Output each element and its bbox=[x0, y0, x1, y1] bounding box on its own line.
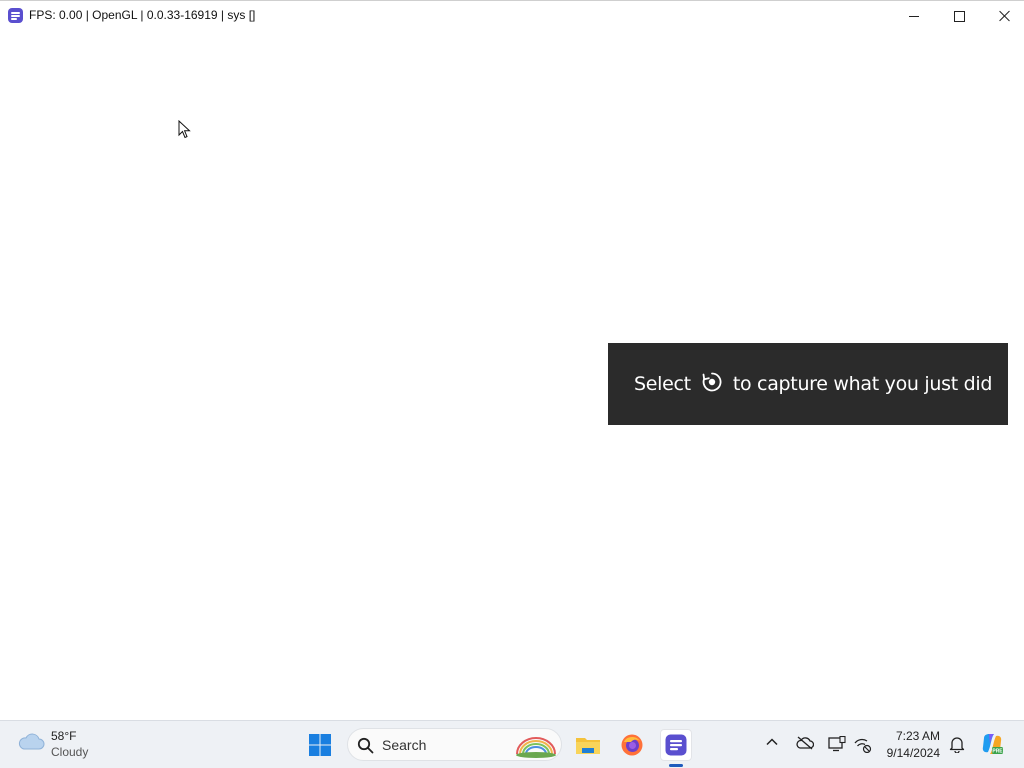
start-button[interactable] bbox=[308, 733, 332, 757]
mouse-cursor-icon bbox=[178, 120, 191, 139]
onedrive-offline-icon[interactable] bbox=[796, 736, 814, 750]
chevron-up-icon[interactable] bbox=[765, 735, 779, 749]
toast-suffix: to capture what you just did bbox=[732, 373, 993, 395]
app-icon bbox=[665, 734, 687, 756]
taskbar: 58°F Cloudy Search 7:23 AM 9/14/2024 PRE bbox=[0, 720, 1024, 768]
window-title: FPS: 0.00 | OpenGL | 0.0.33-16919 | sys … bbox=[29, 8, 256, 22]
display-icon[interactable] bbox=[828, 736, 846, 752]
app-icon bbox=[8, 8, 23, 23]
search-icon bbox=[357, 737, 374, 754]
cloud-icon bbox=[18, 733, 45, 750]
copilot-icon[interactable]: PRE bbox=[980, 732, 1004, 756]
taskbar-file-explorer[interactable] bbox=[572, 729, 604, 761]
minimize-button[interactable] bbox=[891, 1, 937, 31]
capture-toast[interactable]: Select to capture what you just did bbox=[608, 343, 1008, 425]
taskbar-current-app[interactable] bbox=[660, 729, 692, 761]
network-icon[interactable] bbox=[854, 737, 872, 753]
folder-icon bbox=[576, 738, 600, 754]
maximize-icon bbox=[953, 10, 965, 22]
toast-prefix: Select bbox=[634, 373, 691, 395]
close-icon bbox=[999, 10, 1011, 22]
capture-icon bbox=[701, 371, 723, 398]
notification-bell-icon[interactable] bbox=[949, 736, 965, 753]
minimize-icon bbox=[909, 15, 919, 17]
maximize-button[interactable] bbox=[936, 1, 982, 31]
title-bar: FPS: 0.00 | OpenGL | 0.0.33-16919 | sys … bbox=[0, 0, 1024, 30]
search-box[interactable]: Search bbox=[347, 728, 562, 761]
search-highlight-image bbox=[516, 737, 556, 758]
clock-time: 7:23 AM bbox=[895, 729, 940, 743]
active-app-indicator bbox=[669, 764, 683, 767]
firefox-icon bbox=[621, 734, 643, 756]
close-button[interactable] bbox=[982, 1, 1024, 31]
taskbar-firefox[interactable] bbox=[616, 729, 648, 761]
weather-condition: Cloudy bbox=[51, 745, 89, 759]
svg-text:PRE: PRE bbox=[992, 749, 1003, 755]
weather-temperature: 58°F bbox=[51, 729, 77, 743]
search-placeholder: Search bbox=[382, 737, 427, 753]
clock-date: 9/14/2024 bbox=[886, 746, 940, 760]
